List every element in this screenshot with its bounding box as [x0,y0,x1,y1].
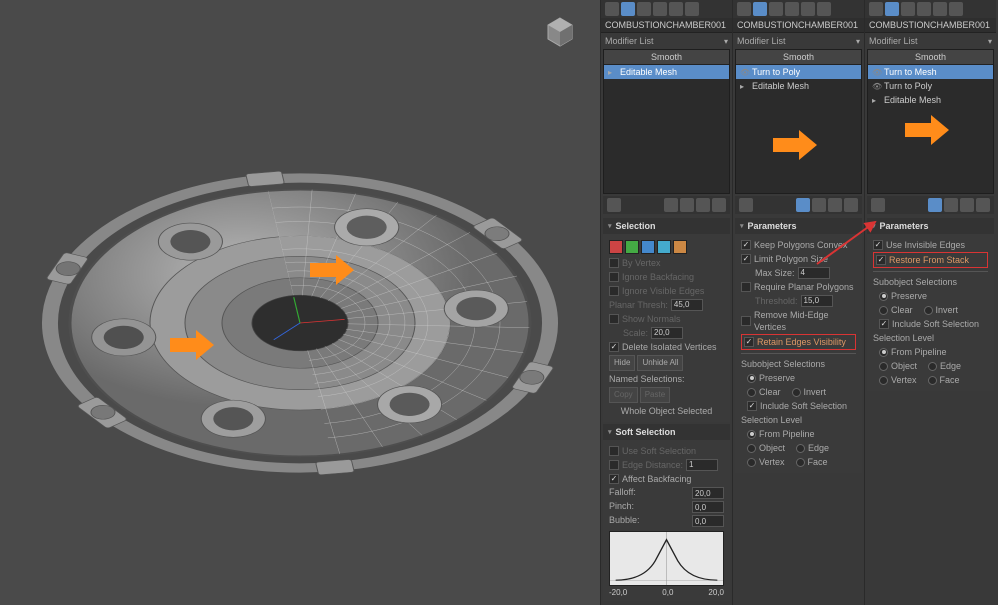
affect-backfacing-checkbox[interactable] [609,474,619,484]
show-end-result-icon[interactable] [796,198,810,212]
modifier-list-dropdown[interactable]: Modifier List [601,33,732,49]
stack-item-turn-to-poly[interactable]: 👁Turn to Poly [736,65,861,79]
stack-item-editable-mesh[interactable]: ▸Editable Mesh [604,65,729,79]
preserve-radio[interactable] [879,292,888,301]
pinch-spinner: 0,0 [692,501,724,513]
retain-edges-highlight: Retain Edges Visibility [741,334,856,350]
element-level-icon[interactable] [673,240,687,254]
motion-tab-icon[interactable] [653,2,667,16]
rollout-header[interactable]: Selection [603,218,730,234]
clear-radio[interactable] [747,388,756,397]
display-tab-icon[interactable] [669,2,683,16]
stack-item-editable-mesh[interactable]: ▸Editable Mesh [736,79,861,93]
subobject-level-icons [609,238,724,256]
require-planar-checkbox[interactable] [741,282,751,292]
stack-item-turn-to-poly[interactable]: 👁Turn to Poly [868,79,993,93]
stack-toolbar [603,196,730,214]
command-tabs[interactable] [601,0,732,18]
modifier-list-dropdown[interactable]: Modifier List [865,33,996,49]
show-normals-checkbox [609,314,619,324]
modifier-stack[interactable]: Smooth ▸Editable Mesh [603,49,730,194]
edge-distance-checkbox [609,460,619,470]
hide-button[interactable]: Hide [609,355,635,371]
stack-item-turn-to-mesh[interactable]: 👁Turn to Mesh [868,65,993,79]
include-soft-checkbox[interactable] [879,319,889,329]
configure-sets-icon[interactable] [712,198,726,212]
clear-radio[interactable] [879,306,888,315]
modify-panel-2: COMBUSTIONCHAMBER001 Modifier List Smoot… [732,0,864,605]
ignore-backfacing-checkbox [609,272,619,282]
copy-selection-button: Copy [609,387,638,403]
show-end-result-icon[interactable] [928,198,942,212]
parameters-rollout: Parameters Use Invisible Edges Restore F… [867,218,994,391]
utilities-tab-icon[interactable] [685,2,699,16]
from-pipeline-radio[interactable] [747,430,756,439]
limit-poly-size-checkbox[interactable] [741,254,751,264]
modifier-list-dropdown[interactable]: Modifier List [733,33,864,49]
remove-mid-edge-checkbox[interactable] [741,316,751,326]
falloff-spinner: 20,0 [692,487,724,499]
threshold-spinner: 15,0 [801,295,833,307]
invert-radio[interactable] [792,388,801,397]
face-level-icon[interactable] [641,240,655,254]
preserve-radio[interactable] [747,374,756,383]
normals-scale-spinner: 20,0 [651,327,683,339]
viewcube[interactable] [540,12,580,52]
modify-panel-1: COMBUSTIONCHAMBER001 Modifier List Smoot… [600,0,732,605]
ignore-visible-edges-checkbox [609,286,619,296]
falloff-graph [609,531,724,586]
object-name-field[interactable]: COMBUSTIONCHAMBER001 [733,18,864,33]
show-end-result-icon[interactable] [664,198,678,212]
hierarchy-tab-icon[interactable] [637,2,651,16]
rollout-header[interactable]: Parameters [735,218,862,234]
paste-selection-button: Paste [640,387,670,403]
stack-item-smooth[interactable]: Smooth [604,50,729,65]
create-tab-icon[interactable] [605,2,619,16]
selection-rollout: Selection By Vertex Ignore Backfacing Ig… [603,218,730,422]
stack-toolbar [735,196,862,214]
include-soft-checkbox[interactable] [747,401,757,411]
stack-toolbar [867,196,994,214]
modify-panel-3: COMBUSTIONCHAMBER001 Modifier List Smoot… [864,0,996,605]
command-panels: COMBUSTIONCHAMBER001 Modifier List Smoot… [600,0,998,605]
remove-modifier-icon[interactable] [696,198,710,212]
command-tabs[interactable] [865,0,996,18]
keep-convex-checkbox[interactable] [741,240,751,250]
use-soft-selection-checkbox [609,446,619,456]
rollout-header[interactable]: Soft Selection [603,424,730,440]
polygon-level-icon[interactable] [657,240,671,254]
planar-thresh-spinner: 45,0 [671,299,703,311]
use-invisible-edges-checkbox[interactable] [873,240,883,250]
modify-tab-icon[interactable] [621,2,635,16]
unhide-all-button[interactable]: Unhide All [637,355,683,371]
selection-status: Whole Object Selected [609,404,724,418]
modifier-stack[interactable]: Smooth 👁Turn to Poly ▸Editable Mesh [735,49,862,194]
soft-selection-rollout: Soft Selection Use Soft Selection Edge D… [603,424,730,601]
stack-item-smooth[interactable]: Smooth [736,50,861,65]
parameters-rollout: Parameters Keep Polygons Convex Limit Po… [735,218,862,473]
restore-from-stack-checkbox[interactable] [876,255,886,265]
object-name-field[interactable]: COMBUSTIONCHAMBER001 [601,18,732,33]
delete-isolated-checkbox[interactable] [609,342,619,352]
rollout-header[interactable]: Parameters [867,218,994,234]
viewport[interactable] [0,0,600,605]
modifier-stack[interactable]: Smooth 👁Turn to Mesh 👁Turn to Poly ▸Edit… [867,49,994,194]
object-name-field[interactable]: COMBUSTIONCHAMBER001 [865,18,996,33]
stack-item-editable-mesh[interactable]: ▸Editable Mesh [868,93,993,107]
max-size-spinner[interactable]: 4 [798,267,830,279]
by-vertex-checkbox [609,258,619,268]
viewport-render [0,0,600,605]
invert-radio[interactable] [924,306,933,315]
edge-level-icon[interactable] [625,240,639,254]
stack-item-smooth[interactable]: Smooth [868,50,993,65]
restore-from-stack-highlight: Restore From Stack [873,252,988,268]
bubble-spinner: 0,0 [692,515,724,527]
vertex-level-icon[interactable] [609,240,623,254]
pin-stack-icon[interactable] [607,198,621,212]
make-unique-icon[interactable] [680,198,694,212]
retain-edges-checkbox[interactable] [744,337,754,347]
from-pipeline-radio[interactable] [879,348,888,357]
command-tabs[interactable] [733,0,864,18]
